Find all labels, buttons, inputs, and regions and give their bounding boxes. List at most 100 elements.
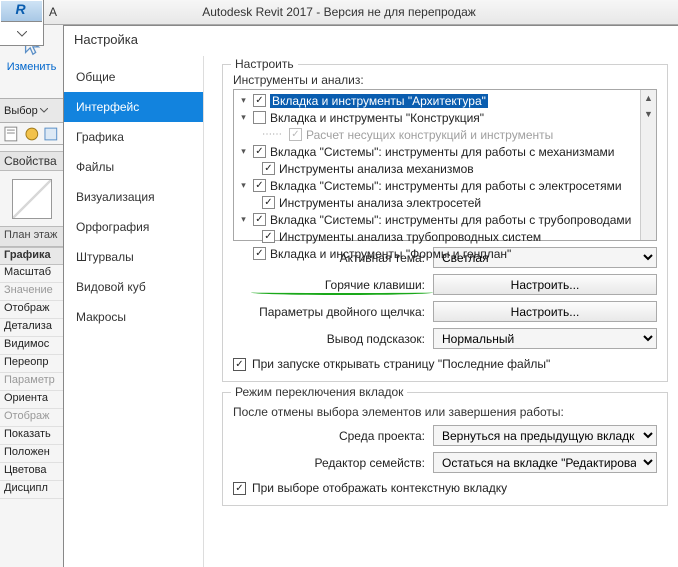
properties-category[interactable]: План этаж [0,227,63,247]
sidebar-item-wheels[interactable]: Штурвалы [64,242,203,272]
tree-item[interactable]: ▾ ✓ Вкладка "Системы": инструменты для раб… [234,143,656,160]
collapse-icon[interactable]: ▾ [238,146,249,157]
family-editor-label: Редактор семейств: [233,456,433,470]
sidebar-item-graphics[interactable]: Графика [64,122,203,152]
modify-label[interactable]: Изменить [0,61,63,73]
sidebar-item-general[interactable]: Общие [64,62,203,92]
tree-item-label: Инструменты анализа механизмов [279,162,474,176]
tree-item[interactable]: ▾ Вкладка и инструменты "Конструкция" [234,109,656,126]
project-env-select[interactable]: Вернуться на предыдущую вкладк [433,425,657,446]
property-row[interactable]: Переопр [0,355,63,373]
tools-analysis-label: Инструменты и анализ: [233,73,657,87]
properties-thumbnail[interactable] [0,171,63,227]
context-tab-check-row[interactable]: ✓ При выборе отображать контекстную вкла… [233,481,657,495]
property-row[interactable]: Масштаб [0,265,63,283]
context-tab-check-label: При выборе отображать контекстную вкладк… [252,481,507,495]
startup-check-label: При запуске открывать страницу "Последни… [252,357,550,371]
collapse-icon[interactable]: ▾ [238,112,249,123]
view-icon[interactable] [43,126,59,142]
title-bar: A Autodesk Revit 2017 - Версия не для пе… [0,0,678,25]
tree-checkbox[interactable]: ✓ [262,196,275,209]
collapse-icon[interactable]: ▾ [238,214,249,225]
collapse-icon[interactable]: ▾ [238,95,249,106]
family-editor-select[interactable]: Остаться на вкладке "Редактирова [433,452,657,473]
property-row[interactable]: Детализа [0,319,63,337]
property-row[interactable]: Дисципл [0,481,63,499]
chevron-down-icon [40,108,48,113]
tree-checkbox[interactable]: ✓ [262,230,275,243]
group-configure: Настроить Инструменты и анализ: ▾✓Вкладк… [222,64,668,382]
settings-dialog: Настройка ОбщиеИнтерфейсГрафикаФайлыВизу… [63,25,678,567]
sidebar-item-macros[interactable]: Макросы [64,302,203,332]
tree-item[interactable]: ✓ Инструменты анализа трубопроводных сист… [234,228,656,245]
tree-item[interactable]: ✓Инструменты анализа электросетей [234,194,656,211]
property-row[interactable]: Параметр [0,373,63,391]
tree-item-label: Вкладка и инструменты "Конструкция" [270,111,484,125]
sidebar-item-viewcube[interactable]: Видовой куб [64,272,203,302]
tree-item[interactable]: ⋯⋯✓Расчет несущих конструкций и инструме… [234,126,656,143]
collapse-icon[interactable]: ▾ [238,180,249,191]
tree-item[interactable]: ▾✓Вкладка "Системы": инструменты для раб… [234,177,656,194]
tree-item-label: Вкладка "Системы": инструменты для работ… [270,145,614,159]
scroll-down-icon[interactable]: ▼ [641,106,656,122]
tree-checkbox[interactable]: ✓ [253,94,266,107]
shortcuts-button[interactable]: Настроить... [433,274,657,295]
property-row[interactable]: Цветова [0,463,63,481]
tree-item-label: Вкладка и инструменты "Архитектура" [270,94,488,108]
property-row[interactable]: Ориента [0,391,63,409]
properties-group-graphics: Графика [0,247,63,265]
selection-panel[interactable]: Выбор [0,99,63,123]
tree-checkbox: ✓ [289,128,302,141]
group-tab-switch: Режим переключения вкладок После отмены … [222,392,668,506]
startup-check-row[interactable]: ✓ При запуске открывать страницу "Послед… [233,357,657,371]
tree-item[interactable]: ✓ Вкладка и инструменты "Формы и генплан" [234,245,656,262]
project-env-label: Среда проекта: [233,429,433,443]
tree-checkbox[interactable] [253,111,266,124]
selection-label: Выбор [4,105,38,117]
sidebar-item-vis[interactable]: Визуализация [64,182,203,212]
shortcuts-label: Горячие клавиши: [233,278,433,292]
tree-item-label: Вкладка и инструменты "Формы и генплан" [270,247,511,261]
property-row[interactable]: Отображ [0,409,63,427]
dblclick-label: Параметры двойного щелчка: [233,305,433,319]
scroll-up-icon[interactable]: ▲ [641,90,656,106]
property-row[interactable]: Значение [0,283,63,301]
tree-item-label: Расчет несущих конструкций и инструменты [306,128,553,142]
sheet-icon[interactable] [4,126,20,142]
window-title: Autodesk Revit 2017 - Версия не для пере… [202,5,476,19]
tree-checkbox[interactable]: ✓ [253,247,266,260]
property-row[interactable]: Положен [0,445,63,463]
group-tab-switch-title: Режим переключения вкладок [231,385,407,399]
property-row[interactable]: Отображ [0,301,63,319]
filter-icon[interactable] [24,126,40,142]
context-tab-checkbox[interactable]: ✓ [233,482,246,495]
quick-toolbar [0,123,63,145]
properties-header: Свойства [0,151,63,171]
tree-checkbox[interactable]: ✓ [253,145,266,158]
tooltip-label: Вывод подсказок: [233,332,433,346]
tree-item[interactable]: ✓ Инструменты анализа механизмов [234,160,656,177]
dblclick-button[interactable]: Настроить... [433,301,657,322]
tree-checkbox[interactable]: ✓ [253,179,266,192]
property-row[interactable]: Показать [0,427,63,445]
tree-scrollbar[interactable]: ▲ ▼ [640,90,656,240]
floorplan-thumb-icon [12,179,52,219]
tab-switch-sublabel: После отмены выбора элементов или заверш… [233,405,657,419]
sidebar-item-files[interactable]: Файлы [64,152,203,182]
startup-checkbox[interactable]: ✓ [233,358,246,371]
tree-item[interactable]: ▾ ✓ Вкладка "Системы": инструменты для раб… [234,211,656,228]
tree-item-label: Вкладка "Системы": инструменты для работ… [270,213,631,227]
settings-content: Настроить Инструменты и анализ: ▾ ✓ Вкладк… [204,56,678,567]
tooltip-select[interactable]: Нормальный [433,328,657,349]
tools-tree[interactable]: ▾ ✓ Вкладка и инструменты "Архитектура" ▾ Вк… [233,89,657,241]
property-row[interactable]: Видимос [0,337,63,355]
app-menu-chevron [0,23,43,45]
sidebar-item-spell[interactable]: Орфография [64,212,203,242]
sidebar-item-interface[interactable]: Интерфейс [64,92,203,122]
group-configure-title: Настроить [231,57,298,71]
tree-checkbox[interactable]: ✓ [253,213,266,226]
app-menu-button[interactable] [0,0,44,46]
tree-checkbox[interactable]: ✓ [262,162,275,175]
tree-item-label: Инструменты анализа трубопроводных систе… [279,230,541,244]
tree-item[interactable]: ▾ ✓ Вкладка и инструменты "Архитектура" [234,92,656,109]
